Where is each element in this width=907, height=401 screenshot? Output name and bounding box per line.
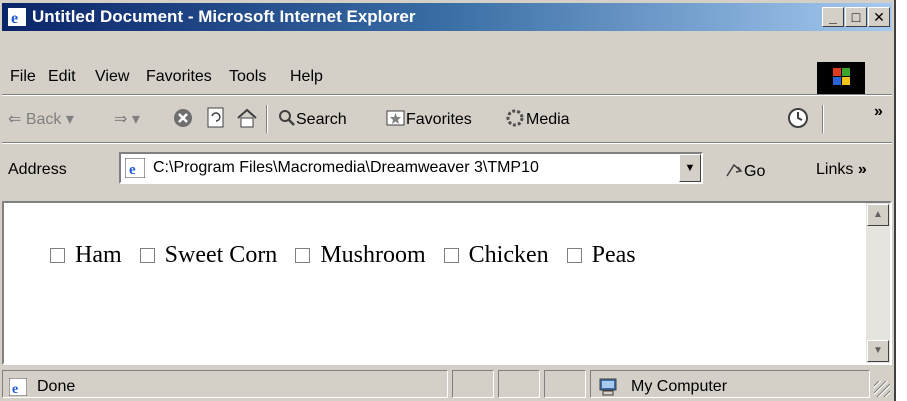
media-label: Media xyxy=(526,111,570,128)
toolbar-more-button[interactable]: » xyxy=(874,103,883,121)
ie-logo-icon: e xyxy=(8,8,26,26)
search-icon xyxy=(279,110,295,126)
stop-icon xyxy=(174,109,192,127)
menu-view[interactable]: View xyxy=(95,68,129,86)
menu-favorites[interactable]: Favorites xyxy=(146,68,212,86)
favorites-button[interactable]: Favorites xyxy=(386,109,472,129)
window-title: Untitled Document - Microsoft Internet E… xyxy=(32,7,416,26)
refresh-icon xyxy=(207,107,224,128)
menu-tools[interactable]: Tools xyxy=(229,68,266,86)
address-url: C:\Program Files\Macromedia\Dreamweaver … xyxy=(153,159,539,176)
maximize-button[interactable]: □ xyxy=(845,7,867,27)
svg-text:e: e xyxy=(12,382,18,396)
standard-toolbar: ⇐ Back ▾ ⇒ ▾ Search Favorites Media » xyxy=(2,95,892,141)
background-panel-right xyxy=(896,0,907,401)
media-button[interactable]: Media xyxy=(504,109,570,129)
windows-logo-icon xyxy=(817,62,865,94)
toolbar-separator xyxy=(822,105,824,133)
address-field[interactable]: e C:\Program Files\Macromedia\Dreamweave… xyxy=(119,152,703,184)
minimize-button[interactable]: _ xyxy=(822,7,844,27)
toolbar-separator xyxy=(266,105,268,133)
back-label: Back xyxy=(25,111,62,128)
menu-file[interactable]: File xyxy=(10,68,36,86)
status-pane xyxy=(452,370,494,398)
svg-text:e: e xyxy=(11,10,18,26)
go-arrow-icon xyxy=(726,163,743,177)
back-button[interactable]: ⇐ Back ▾ xyxy=(8,109,74,129)
search-button[interactable]: Search xyxy=(278,109,347,129)
close-button[interactable]: ✕ xyxy=(868,7,890,27)
checkbox-item-ham[interactable]: Ham xyxy=(50,242,122,268)
menu-edit[interactable]: Edit xyxy=(48,68,76,86)
favorites-icon xyxy=(386,110,405,126)
checkbox[interactable] xyxy=(50,248,65,263)
history-button[interactable] xyxy=(786,107,810,134)
divider xyxy=(2,143,892,144)
status-pane: e Done xyxy=(2,370,448,398)
home-icon xyxy=(237,108,257,128)
scroll-down-button[interactable]: ▼ xyxy=(867,340,889,362)
status-text: Done xyxy=(37,378,76,395)
zone-text: My Computer xyxy=(631,378,728,395)
home-button[interactable] xyxy=(236,107,258,134)
zone-pane: My Computer xyxy=(590,370,870,398)
checkbox-item-sweet-corn[interactable]: Sweet Corn xyxy=(139,242,278,268)
browser-window: e Untitled Document - Microsoft Internet… xyxy=(0,0,896,401)
status-bar: e Done My Computer xyxy=(2,367,892,399)
checkbox-item-mushroom[interactable]: Mushroom xyxy=(295,242,426,268)
checkbox[interactable] xyxy=(139,248,155,263)
checkbox-label: Chicken xyxy=(468,242,549,268)
title-bar[interactable]: e Untitled Document - Microsoft Internet… xyxy=(2,3,892,31)
page-icon: e xyxy=(125,158,145,178)
checkbox-label: Mushroom xyxy=(320,242,426,268)
media-icon xyxy=(506,109,524,127)
menu-bar: File Edit View Favorites Tools Help xyxy=(2,61,892,93)
search-label: Search xyxy=(296,111,347,128)
refresh-button[interactable] xyxy=(206,107,226,134)
forward-button[interactable]: ⇒ ▾ xyxy=(114,109,140,129)
go-label: Go xyxy=(744,163,766,180)
page-status-icon: e xyxy=(9,378,27,396)
links-button[interactable]: Links » xyxy=(816,161,867,179)
links-label: Links xyxy=(816,161,854,178)
checkbox[interactable] xyxy=(443,248,459,263)
history-icon xyxy=(788,108,808,128)
checkbox[interactable] xyxy=(295,248,311,263)
address-label: Address xyxy=(8,161,67,178)
address-bar: Address e C:\Program Files\Macromedia\Dr… xyxy=(2,145,892,195)
resize-grip[interactable] xyxy=(874,381,890,397)
links-more-icon: » xyxy=(857,161,867,178)
address-dropdown-button[interactable]: ▼ xyxy=(679,154,701,182)
go-button[interactable]: Go xyxy=(724,161,765,181)
status-pane xyxy=(498,370,540,398)
status-pane xyxy=(544,370,586,398)
computer-icon xyxy=(599,378,617,396)
checkbox-label: Ham xyxy=(75,242,122,268)
checkbox-label: Peas xyxy=(591,242,636,268)
scroll-up-button[interactable]: ▲ xyxy=(867,204,889,226)
menu-help[interactable]: Help xyxy=(290,68,323,86)
svg-text:e: e xyxy=(129,162,136,178)
checkbox-item-chicken[interactable]: Chicken xyxy=(443,242,549,268)
checkbox-item-peas[interactable]: Peas xyxy=(566,242,636,268)
stop-button[interactable] xyxy=(172,107,194,134)
vertical-scrollbar[interactable]: ▲ ▼ xyxy=(866,203,890,363)
favorites-label: Favorites xyxy=(406,111,472,128)
checkbox-label: Sweet Corn xyxy=(164,242,278,268)
checkbox[interactable] xyxy=(566,248,582,263)
checkbox-group: Ham Sweet Corn Mushroom Chicken Peas xyxy=(50,242,648,269)
page-content: Ham Sweet Corn Mushroom Chicken Peas ▲ ▼ xyxy=(2,201,892,365)
